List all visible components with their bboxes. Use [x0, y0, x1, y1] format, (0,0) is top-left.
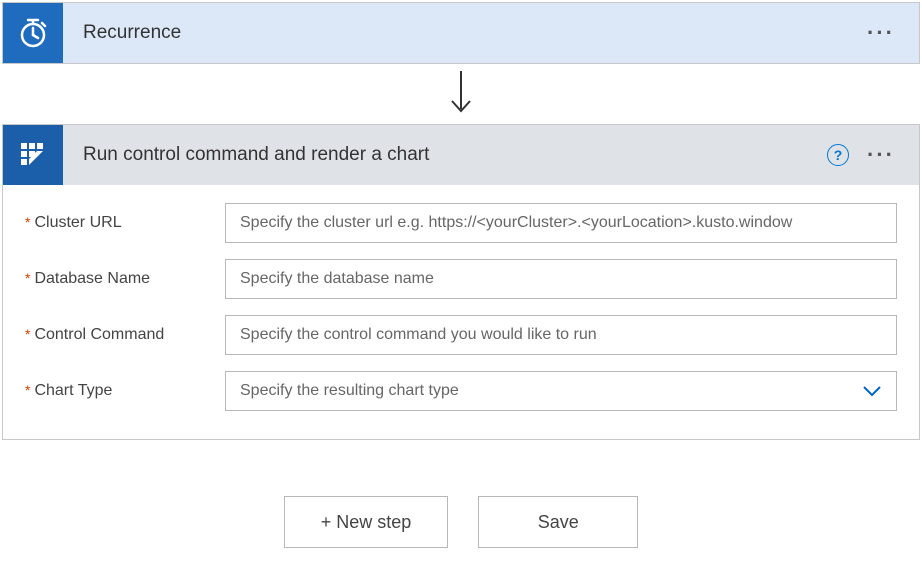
action-title: Run control command and render a chart	[63, 144, 827, 166]
required-star: *	[25, 270, 30, 286]
recurrence-header[interactable]: Recurrence ···	[3, 3, 919, 63]
form-row-chart-type: * Chart Type Specify the resulting chart…	[25, 371, 897, 411]
required-star: *	[25, 214, 30, 230]
action-body: * Cluster URL * Database Name * Control …	[3, 185, 919, 439]
save-button[interactable]: Save	[478, 496, 638, 548]
chart-type-label: * Chart Type	[25, 382, 225, 400]
select-placeholder: Specify the resulting chart type	[240, 382, 459, 400]
new-step-button[interactable]: + New step	[284, 496, 449, 548]
kusto-icon	[3, 125, 63, 185]
database-name-input[interactable]	[225, 259, 897, 299]
action-card: Run control command and render a chart ?…	[2, 124, 920, 440]
more-icon[interactable]: ···	[867, 144, 895, 166]
help-icon[interactable]: ?	[827, 144, 849, 166]
required-star: *	[25, 326, 30, 342]
label-text: Chart Type	[34, 382, 112, 400]
action-actions: ? ···	[827, 144, 919, 166]
chart-type-select[interactable]: Specify the resulting chart type	[225, 371, 897, 411]
cluster-url-label: * Cluster URL	[25, 214, 225, 232]
label-text: Control Command	[34, 326, 164, 344]
action-header[interactable]: Run control command and render a chart ?…	[3, 125, 919, 185]
database-name-label: * Database Name	[25, 270, 225, 288]
form-row-cluster-url: * Cluster URL	[25, 203, 897, 243]
recurrence-actions: ···	[867, 22, 919, 44]
control-command-label: * Control Command	[25, 326, 225, 344]
chevron-down-icon	[862, 385, 882, 397]
control-command-input[interactable]	[225, 315, 897, 355]
label-text: Cluster URL	[34, 214, 121, 232]
recurrence-card: Recurrence ···	[2, 2, 920, 64]
form-row-database-name: * Database Name	[25, 259, 897, 299]
recurrence-title: Recurrence	[63, 22, 867, 44]
required-star: *	[25, 382, 30, 398]
cluster-url-input[interactable]	[225, 203, 897, 243]
more-icon[interactable]: ···	[867, 22, 895, 44]
arrow-connector	[2, 64, 920, 124]
form-row-control-command: * Control Command	[25, 315, 897, 355]
recurrence-icon	[3, 3, 63, 63]
footer-buttons: + New step Save	[2, 496, 920, 548]
label-text: Database Name	[34, 270, 150, 288]
